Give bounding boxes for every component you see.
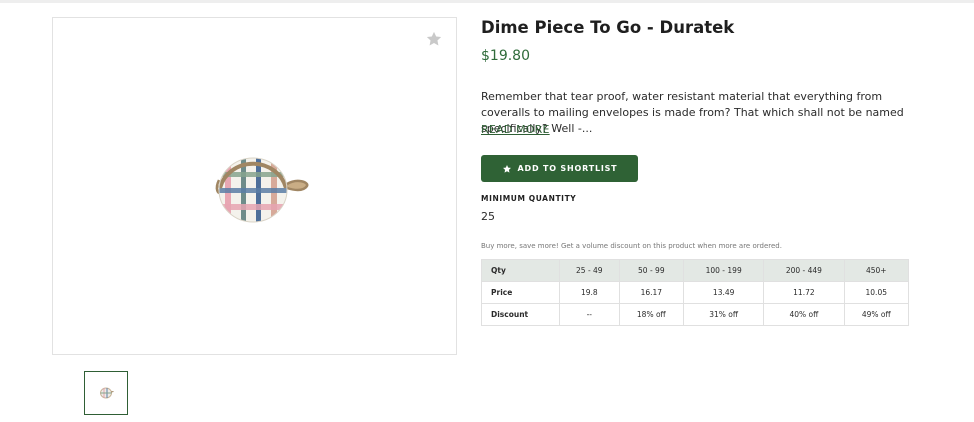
pricing-table: Qty 25 - 49 50 - 99 100 - 199 200 - 449 … [481, 259, 910, 326]
table-cell: 19.8 [559, 281, 620, 304]
table-cell: 10.05 [843, 281, 910, 304]
table-cell: 16.17 [618, 281, 685, 304]
header-cell: 25 - 49 [559, 259, 620, 282]
pricing-table-header: Qty 25 - 49 50 - 99 100 - 199 200 - 449 … [481, 259, 910, 282]
table-cell: 49% off [843, 303, 910, 326]
read-more-link[interactable]: READ MORE [481, 123, 550, 136]
table-cell: 11.72 [763, 281, 845, 304]
product-price: $19.80 [481, 48, 530, 64]
header-cell: 100 - 199 [683, 259, 765, 282]
header-cell: Qty [481, 259, 560, 282]
header-cell: 450+ [843, 259, 910, 282]
minimum-quantity-value: 25 [481, 210, 495, 223]
star-icon[interactable] [425, 30, 443, 48]
product-image [215, 157, 309, 223]
table-cell: 31% off [683, 303, 765, 326]
table-row: Price 19.8 16.17 13.49 11.72 10.05 [481, 281, 910, 304]
table-cell: 40% off [763, 303, 845, 326]
product-title: Dime Piece To Go - Duratek [481, 18, 735, 37]
add-to-shortlist-button[interactable]: ADD TO SHORTLIST [481, 155, 638, 182]
minimum-quantity-label: MINIMUM QUANTITY [481, 194, 577, 203]
add-to-shortlist-label: ADD TO SHORTLIST [517, 164, 618, 173]
row-label: Price [481, 281, 560, 304]
volume-discount-note: Buy more, save more! Get a volume discou… [481, 242, 782, 250]
thumbnail-image [100, 387, 114, 399]
table-row: Discount -- 18% off 31% off 40% off 49% … [481, 303, 910, 326]
top-divider [0, 0, 974, 3]
table-cell: -- [559, 303, 620, 326]
table-cell: 13.49 [683, 281, 765, 304]
header-cell: 50 - 99 [618, 259, 685, 282]
product-image-panel [52, 17, 457, 355]
row-label: Discount [481, 303, 560, 326]
product-thumbnail[interactable] [84, 371, 128, 415]
star-icon [502, 164, 511, 173]
header-cell: 200 - 449 [763, 259, 845, 282]
table-cell: 18% off [618, 303, 685, 326]
